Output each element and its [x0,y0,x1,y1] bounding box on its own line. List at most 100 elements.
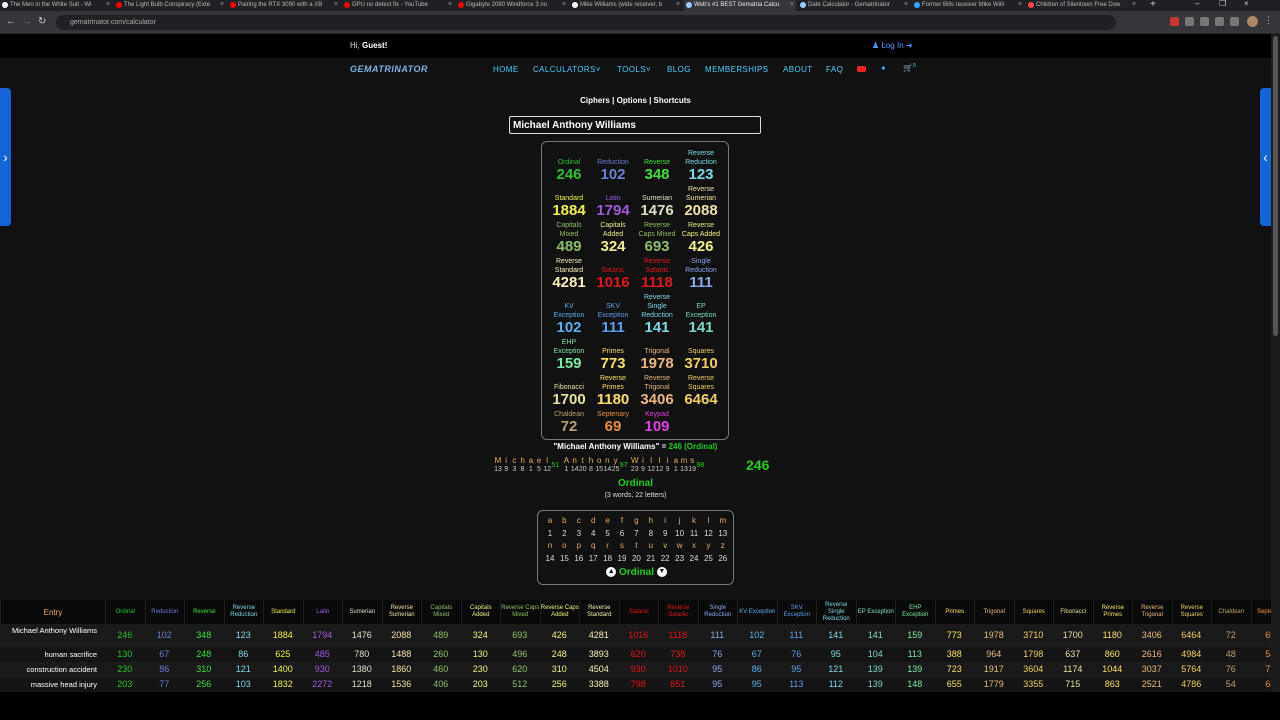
browser-tab[interactable]: Mike Williams (wide receiver, b × [570,0,682,11]
table-header-cell[interactable]: SKV Exception [776,600,817,624]
table-row-entry[interactable]: human sacrifice [0,651,97,659]
browser-tab[interactable]: Gigabyte 2080 Windforce 3 no × [456,0,568,11]
table-header-cell[interactable]: Reverse Standard [579,600,619,624]
ciphers-link[interactable]: Ciphers [580,96,610,105]
browser-tab[interactable]: Web's #1 BEST Gematria Calcu × [684,0,796,11]
table-header-cell[interactable]: EP Exception [855,600,896,624]
new-tab-icon[interactable]: + [1150,0,1156,10]
table-row-entry[interactable]: Michael Anthony Williams [0,627,97,635]
previous-cipher-button[interactable]: ▲ [606,567,617,578]
shortcuts-link[interactable]: Shortcuts [654,96,691,105]
tab-close-icon[interactable]: × [1018,0,1022,10]
cart-icon[interactable]: 🛒0 [903,63,916,73]
nav-memberships[interactable]: MEMBERSHIPS [705,65,769,74]
table-row-entry[interactable]: construction accident [0,666,97,674]
browser-tab[interactable]: GPU no detect fix - YouTube × [342,0,454,11]
browser-tab[interactable]: The Men in the White Suit - Wi × [0,0,112,11]
table-header-cell[interactable]: Ordinal [105,600,145,624]
table-header-cell[interactable]: Primes [934,600,975,624]
table-header-cell[interactable]: Chaldean [1211,600,1251,624]
browser-tab[interactable]: Former Bills receiver Mike Willi × [912,0,1024,11]
puzzle-icon[interactable] [1185,17,1194,26]
cipher-value: 6464 [684,391,718,408]
table-header-cell[interactable]: Standard [263,600,303,624]
login-link[interactable]: ♟ Log In ➜ [872,41,913,50]
extension-icon[interactable] [1170,17,1179,26]
table-header-cell[interactable]: Reverse Caps Added [539,600,580,624]
browser-tab[interactable]: Date Calculator - Gematrinator × [798,0,910,11]
table-header-cell[interactable]: Squares [1013,600,1054,624]
tab-favicon-icon [458,2,464,8]
table-header-cell[interactable]: Reverse [184,600,224,624]
tab-close-icon[interactable]: × [904,0,908,10]
cipher-value: 3710 [684,355,718,372]
left-panel-toggle[interactable]: › [0,88,11,226]
tab-close-icon[interactable]: × [448,0,452,10]
nav-calculators[interactable]: CALCULATORS˅ [533,65,601,74]
page-scrollbar[interactable] [1271,34,1280,720]
back-icon[interactable]: ← [6,16,16,27]
minimize-icon[interactable]: – [1195,0,1199,8]
table-header-cell[interactable]: EHP Exception [895,600,935,624]
menu-dots-icon[interactable]: ⋮ [1264,15,1273,26]
tab-close-icon[interactable]: × [676,0,680,10]
table-header-cell[interactable]: Latin [302,600,343,624]
table-header-cell[interactable]: Single Reduction [697,600,738,624]
tab-close-icon[interactable]: × [1132,0,1136,10]
table-header-cell[interactable]: Capitals Mixed [421,600,461,624]
table-header-cell[interactable]: Reverse Reduction [223,600,264,624]
youtube-icon[interactable] [857,66,866,72]
table-header-cell[interactable]: Reverse Trigonal [1132,600,1172,624]
restore-icon[interactable]: ❐ [1219,0,1226,8]
tab-close-icon[interactable]: × [106,0,110,10]
phrase-input[interactable] [509,116,761,134]
table-header-cell[interactable]: Reverse Satanic [658,600,698,624]
alphabet-value: 20 [631,554,641,563]
table-header-cell[interactable]: Satanic [618,600,659,624]
browser-tab[interactable]: Pairing the RTX 3090 with a XB × [228,0,340,11]
tab-close-icon[interactable]: × [220,0,224,10]
table-header-cell[interactable]: Reduction [144,600,185,624]
forward-icon[interactable]: → [22,16,32,27]
browser-tab[interactable]: Children of Silentown Free Dow × [1026,0,1138,11]
download-icon[interactable] [1200,17,1209,26]
table-header-cell[interactable]: Sumerian [342,600,382,624]
nav-about[interactable]: ABOUT [783,65,813,74]
right-panel-toggle[interactable]: ‹ [1260,88,1271,226]
sidebar-icon[interactable] [1215,17,1224,26]
profile-avatar-icon[interactable] [1247,16,1258,27]
next-cipher-button[interactable]: ▼ [656,567,667,578]
table-cell: 86 [238,649,249,659]
site-logo[interactable]: GEMATRINATOR [350,64,428,74]
twitter-icon[interactable]: ✦ [880,64,887,73]
table-header-cell[interactable]: Reverse Primes [1092,600,1133,624]
table-cell: 851 [670,679,686,689]
table-header-cell[interactable]: Capitals Added [460,600,501,624]
table-header-cell[interactable]: Reverse Single Reduction [816,600,856,624]
url-input[interactable]: gematrinator.com/calculator [56,15,1116,30]
nav-tools[interactable]: TOOLS˅ [617,65,651,74]
alphabet-value: 2 [562,529,567,538]
tab-close-icon[interactable]: × [334,0,338,10]
nav-blog[interactable]: BLOG [667,65,691,74]
tab-close-icon[interactable]: × [790,0,794,10]
alphabet-value: 12 [703,529,713,538]
table-header-cell[interactable]: Fibonacci [1053,600,1093,624]
table-header-cell[interactable]: Reverse Sumerian [381,600,422,624]
cipher-value: 123 [688,166,714,183]
window-close-icon[interactable]: × [1244,0,1249,8]
tab-close-icon[interactable]: × [562,0,566,10]
table-header-cell[interactable]: Reverse Caps Mixed [500,600,540,624]
table-header-cell[interactable]: Trigonal [974,600,1014,624]
options-link[interactable]: Options [617,96,647,105]
table-header-cell[interactable]: Reverse Squares [1171,600,1212,624]
window-icon[interactable] [1230,17,1239,26]
table-header-cell[interactable]: KV Exception [737,600,777,624]
scrollbar-thumb[interactable] [1273,36,1278,336]
browser-tab[interactable]: The Light Bulb Conspiracy (Exte × [114,0,226,11]
nav-home[interactable]: HOME [493,65,519,74]
nav-faq[interactable]: FAQ [826,65,843,74]
table-row-entry[interactable]: massive head injury [0,681,97,689]
alphabet-letter: v [663,541,668,550]
reload-icon[interactable]: ↻ [38,16,46,27]
